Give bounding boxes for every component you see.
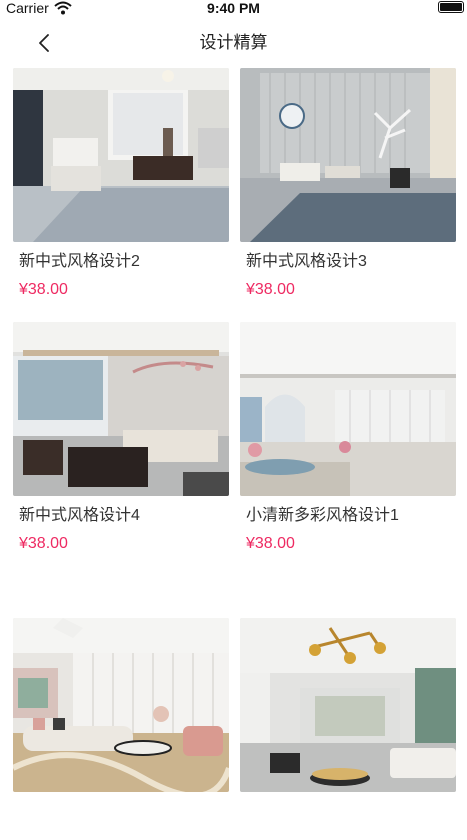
product-image <box>240 322 456 496</box>
product-image <box>240 68 456 242</box>
product-name: 新中式风格设计4 <box>19 507 140 524</box>
product-name: 新中式风格设计3 <box>246 253 367 270</box>
clock: 9:40 PM <box>207 0 260 16</box>
product-image <box>13 322 229 496</box>
page-title: 设计精算 <box>199 33 268 52</box>
product-price: ¥38.00 <box>19 535 68 552</box>
product-price: ¥38.00 <box>246 281 295 298</box>
product-image <box>13 618 229 792</box>
navigation-bar: 设计精算 <box>0 20 467 66</box>
product-image <box>240 618 456 792</box>
product-grid: 新中式风格设计2 ¥38.00 新中式风格设计3 ¥38.00 新中式风格设计4… <box>0 66 467 840</box>
status-bar: Carrier 9:40 PM <box>0 0 467 20</box>
product-price: ¥38.00 <box>19 281 68 298</box>
product-image <box>13 68 229 242</box>
product-name: 小清新多彩风格设计1 <box>246 507 399 524</box>
battery-icon <box>438 1 464 13</box>
product-name: 新中式风格设计2 <box>19 253 140 270</box>
product-price: ¥38.00 <box>246 535 295 552</box>
